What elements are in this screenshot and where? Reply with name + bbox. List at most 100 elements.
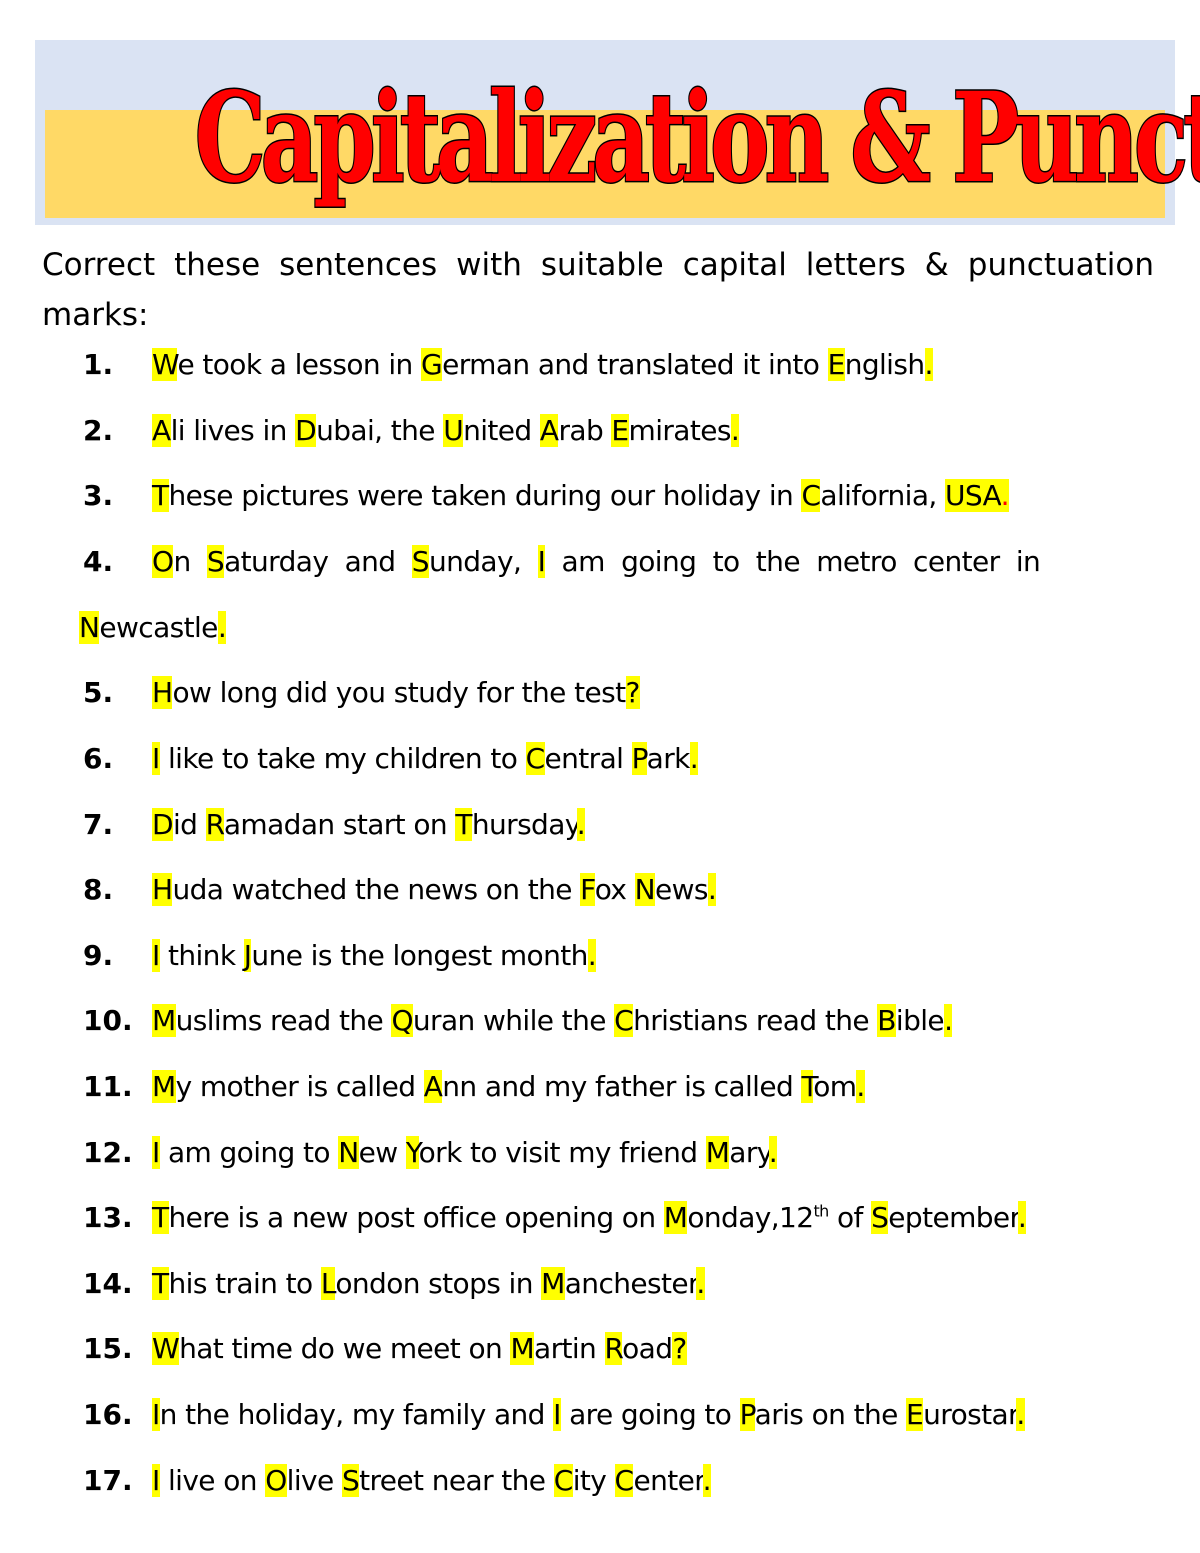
sentence-segment: eptember [888, 1201, 1018, 1235]
sentence-text: I think June is the longest month. [152, 936, 597, 976]
highlighted-correction: M [152, 1069, 176, 1103]
highlighted-correction: R [205, 807, 224, 841]
highlighted-correction: T [455, 807, 472, 841]
title-banner: Capitalization & Punctuation [35, 40, 1200, 225]
sentence-segment: ork to visit my friend [418, 1135, 706, 1169]
sentence-number: 1. [83, 348, 114, 381]
highlighted-correction: . [587, 938, 597, 972]
sentence-segment: ews [655, 873, 709, 907]
sentence-segment: y mother is called [175, 1069, 424, 1103]
sentence-item: 16. In the holiday, my family and I are g… [0, 1395, 1200, 1435]
sentence-segment: nn and my father is called [442, 1069, 802, 1103]
sentence-segment: amadan start on [223, 807, 456, 841]
sentence-number: 4. [83, 544, 114, 578]
sentence-segment: nited [463, 413, 540, 447]
sentence-segment: id [172, 807, 206, 841]
highlighted-correction: M [510, 1332, 535, 1366]
highlighted-correction: F [580, 873, 595, 907]
sentence-segment: hristians read the [633, 1004, 878, 1038]
sentence-number: 11. [83, 1069, 133, 1103]
sentence-number: 3. [83, 479, 114, 513]
page-title: Capitalization & Punctuation [194, 65, 1200, 213]
highlighted-correction: . [696, 1266, 705, 1300]
highlighted-correction: H [152, 873, 173, 907]
highlighted-correction: . [768, 1135, 778, 1169]
highlighted-correction: P [739, 1397, 755, 1431]
sentence-item: 1. We took a lesson in German and transla… [0, 345, 1200, 385]
sentence-number: 8. [83, 873, 114, 907]
highlighted-correction: U [443, 413, 464, 447]
sentence-segment: ity [572, 1463, 615, 1497]
highlighted-correction: E [611, 413, 629, 447]
highlighted-correction: A [152, 413, 171, 447]
sentence-segment: unday, [428, 544, 538, 578]
highlighted-correction: D [152, 807, 174, 841]
highlighted-correction: O [152, 544, 174, 578]
sentence-segment: am going to [159, 1135, 339, 1169]
sentence-segment: li lives in [170, 413, 296, 447]
sentence-item: 5. How long did you study for the test? [0, 673, 1200, 713]
highlighted-correction: . [924, 348, 933, 381]
highlighted-correction: I [152, 741, 160, 775]
sentence-segment: live [286, 1463, 342, 1497]
sentence-text: This train to London stops in Manchester… [152, 1264, 705, 1304]
highlighted-correction: M [541, 1266, 565, 1300]
highlighted-correction: W [152, 348, 178, 381]
highlighted-correction: R [604, 1332, 623, 1366]
highlighted-correction: E [906, 1397, 924, 1431]
highlighted-correction: S [206, 544, 225, 578]
sentence-segment: alifornia, [820, 479, 946, 513]
sentence-text: I am going to New York to visit my frien… [152, 1133, 778, 1173]
highlighted-correction: Q [391, 1004, 414, 1038]
sentence-segment: n the holiday, my family and [159, 1397, 554, 1431]
highlighted-correction: H [152, 676, 173, 710]
sentence-text: Muslims read the Quran while the Christi… [152, 1001, 953, 1041]
sentence-number: 17. [83, 1463, 133, 1497]
sentence-number: 7. [83, 807, 114, 841]
highlighted-correction: M [705, 1135, 730, 1169]
sentence-segment: am going to the metro center in [545, 544, 1041, 578]
sentence-text: How long did you study for the test? [152, 673, 640, 713]
sentence-number: 15. [83, 1332, 133, 1366]
highlighted-correction: I [152, 1135, 160, 1169]
sentence-item: 15. What time do we meet on Martin Road? [0, 1329, 1200, 1369]
highlighted-correction: Y [405, 1135, 419, 1169]
sentence-text: I like to take my children to Central Pa… [152, 739, 699, 779]
sentence-segment: entral [544, 741, 632, 775]
highlighted-correction: P [631, 741, 647, 775]
sentence-item: 17. I live on Olive Street near the City … [0, 1461, 1200, 1501]
highlighted-correction: C [525, 741, 545, 775]
sentence-item: 3. These pictures were taken during our h… [0, 476, 1200, 516]
sentence-number: 14. [83, 1266, 133, 1300]
sentence-item: 11. My mother is called Ann and my father… [0, 1067, 1200, 1107]
instructions: Correct these sentences with suitable ca… [42, 247, 1154, 333]
sentence-segment: ox [594, 873, 635, 907]
highlighted-correction: . [576, 807, 586, 841]
highlighted-correction: L [320, 1266, 336, 1300]
highlighted-correction: N [79, 610, 100, 644]
sentence-segment: of [828, 1201, 872, 1235]
sentence-segment: nglish [844, 348, 925, 381]
sentence-segment: enter [633, 1463, 703, 1497]
sentence-segment: live on [159, 1463, 266, 1497]
sentence-item: 7. Did Ramadan start on Thursday. [0, 805, 1200, 845]
sentence-segment: aturday and [224, 544, 412, 578]
sentence-item: 4. On Saturday and Sunday, I am going to … [0, 542, 1200, 648]
highlighted-correction: S [341, 1463, 360, 1497]
highlighted-correction: C [801, 479, 821, 513]
highlighted-correction: . [730, 413, 740, 447]
sentence-segment: uslims read the [175, 1004, 392, 1038]
sentence-number: 10. [83, 1004, 133, 1038]
highlighted-correction: I [553, 1397, 561, 1431]
highlighted-correction: . [1016, 1397, 1025, 1431]
highlighted-correction: S [411, 544, 430, 578]
sentence-text: In the holiday, my family and I are goin… [152, 1395, 1025, 1435]
sentence-segment: e took a lesson in [177, 348, 421, 381]
sentence-segment: hese pictures were taken during our holi… [168, 479, 802, 513]
highlighted-correction: G [420, 348, 443, 381]
sentence-segment: oad [622, 1332, 673, 1366]
sentence-segment: ewcastle [99, 610, 218, 644]
sentence-text: These pictures were taken during our hol… [152, 476, 1010, 516]
highlighted-correction: C [553, 1463, 573, 1497]
sentence-number: 5. [83, 676, 114, 710]
